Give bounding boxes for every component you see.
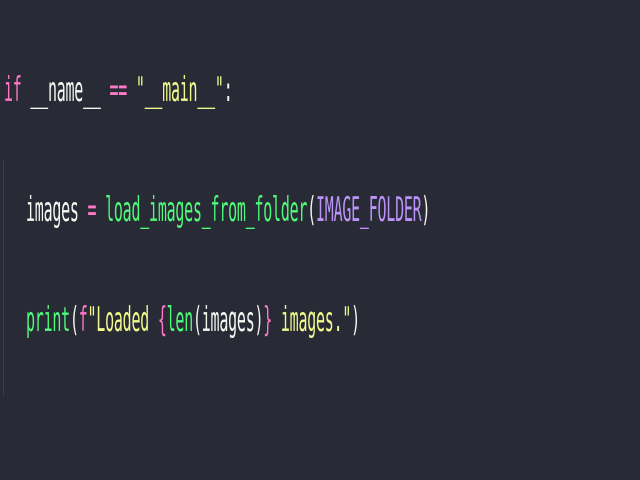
punctuation-token: ) [254, 300, 264, 340]
fstring-prefix-token: f [78, 300, 88, 340]
identifier-token: __name__ [30, 70, 101, 110]
operator-token: = [87, 190, 97, 230]
code-line-1[interactable]: if __name__ == "__main__": [4, 70, 233, 110]
punctuation-token: ) [351, 300, 360, 340]
code-line-2[interactable]: images = load_images_from_folder(IMAGE_F… [26, 190, 430, 230]
punctuation-token: ( [192, 300, 202, 340]
string-token: images." [272, 300, 352, 340]
code-line-3[interactable]: print(f"Loaded {len(images)} images.") [26, 300, 360, 340]
constant-token: IMAGE_FOLDER [315, 190, 422, 230]
function-token: len [166, 300, 194, 340]
punctuation-token: : [223, 70, 233, 110]
function-token: print [26, 300, 70, 340]
function-token: load_images_from_folder [105, 190, 308, 230]
indent-guide [3, 160, 4, 396]
brace-token: { [157, 300, 167, 340]
string-token: "Loaded [87, 300, 158, 340]
string-token: "__main__" [135, 70, 224, 110]
brace-token: } [263, 300, 273, 340]
punctuation-token: ( [69, 300, 79, 340]
punctuation-token: ) [421, 190, 431, 230]
code-editor[interactable]: if __name__ == "__main__": images = load… [0, 0, 640, 480]
identifier-token: images [201, 300, 255, 340]
operator-token: == [109, 70, 128, 110]
keyword-token: if [4, 70, 22, 110]
identifier-token: images [26, 190, 79, 230]
punctuation-token: ( [307, 190, 316, 230]
